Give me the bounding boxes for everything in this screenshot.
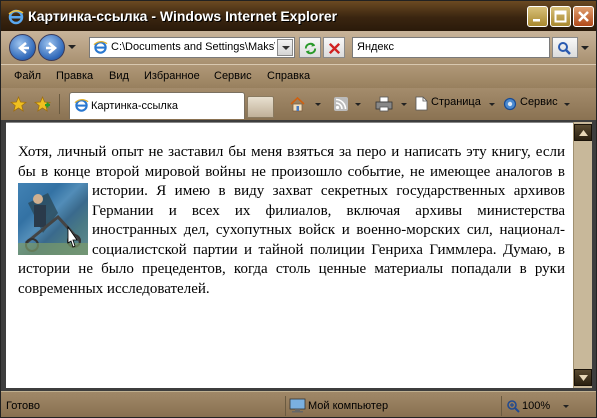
paragraph-text-end: Германии и всех их филиалов, включая арх… [18,202,565,297]
menu-edit[interactable]: Правка [56,70,93,82]
status-text: Готово [6,400,40,412]
menu-favorites[interactable]: Избранное [144,70,200,82]
zoom-icon[interactable] [506,399,520,416]
scroll-up-button[interactable] [574,124,592,141]
address-toolbar: C:\Documents and Settings\Maks\ Яндекс [1,31,596,64]
computer-zone-icon [289,398,306,416]
page-icon [93,40,108,58]
menu-view[interactable]: Вид [109,70,129,82]
status-bar: Готово Мой компьютер 100% [1,391,596,417]
search-input[interactable]: Яндекс [357,41,394,53]
close-button[interactable] [573,6,594,27]
zoom-level[interactable]: 100% [522,400,550,412]
page-menu-icon[interactable] [415,96,428,114]
toolbar-divider [59,94,60,114]
feeds-dropdown[interactable] [355,103,361,106]
home-dropdown[interactable] [315,103,321,106]
page-menu-dropdown[interactable] [489,103,495,106]
back-button[interactable] [9,34,36,61]
title-bar: Картинка-ссылка - Windows Internet Explo… [1,1,596,31]
tab-active[interactable]: Картинка-ссылка [69,92,245,119]
forward-button[interactable] [38,34,65,61]
page-menu-button[interactable]: Страница [431,96,481,108]
search-options-dropdown[interactable] [581,46,589,50]
favorites-star-icon[interactable] [9,95,28,115]
tools-menu-dropdown[interactable] [564,103,570,106]
page-content: Хотя, личный опыт не заставил бы меня вз… [6,122,573,388]
tab-label: Картинка-ссылка [91,100,178,112]
tools-menu-button[interactable]: Сервис [520,96,558,108]
page-icon [74,98,89,116]
paragraph-text-start: Хотя, личный опыт не заставил бы меня вз… [18,144,565,199]
address-bar[interactable]: C:\Documents and Settings\Maks\ [89,37,295,58]
new-tab-button[interactable] [247,96,274,118]
menu-bar: Файл Правка Вид Избранное Сервис Справка [1,64,596,88]
article-paragraph: Хотя, личный опыт не заставил бы меня вз… [18,143,565,299]
scroll-down-button[interactable] [574,369,592,386]
stop-button[interactable] [323,37,345,58]
refresh-button[interactable] [299,37,321,58]
menu-file[interactable]: Файл [14,70,41,82]
feeds-icon[interactable] [333,96,349,115]
image-link[interactable] [18,183,88,255]
vertical-scrollbar[interactable] [573,122,592,388]
recent-pages-dropdown[interactable] [68,45,76,49]
tab-toolbar: Картинка-ссылка Страница Сервис [1,88,596,120]
security-zone-label: Мой компьютер [308,400,389,412]
status-divider [501,396,502,416]
home-icon[interactable] [289,96,306,115]
ie-logo-icon [8,9,24,25]
address-input[interactable]: C:\Documents and Settings\Maks\ [111,41,275,53]
address-dropdown-button[interactable] [277,39,293,56]
menu-help[interactable]: Справка [267,70,310,82]
menu-tools[interactable]: Сервис [214,70,252,82]
print-dropdown[interactable] [401,103,407,106]
browser-window: Картинка-ссылка - Windows Internet Explo… [0,0,597,418]
search-box[interactable]: Яндекс [352,37,550,58]
window-title: Картинка-ссылка - Windows Internet Explo… [28,8,338,24]
search-button[interactable] [552,37,578,58]
minimize-button[interactable] [527,6,548,27]
maximize-button[interactable] [550,6,571,27]
add-favorite-icon[interactable] [33,95,52,115]
status-divider [285,396,286,416]
tools-gear-icon[interactable] [502,96,518,115]
print-icon[interactable] [375,96,393,115]
zoom-dropdown[interactable] [563,405,569,408]
